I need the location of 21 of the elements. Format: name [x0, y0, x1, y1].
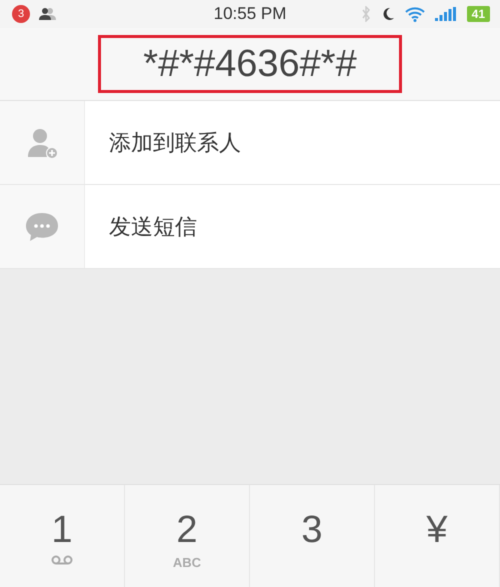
add-contact-icon	[26, 126, 58, 158]
notification-badge: 3	[12, 5, 30, 23]
dial-key[interactable]: 1	[0, 485, 125, 587]
clock: 10:55 PM	[214, 4, 286, 24]
moon-icon	[380, 7, 395, 21]
action-label: 发送短信	[109, 212, 197, 240]
voicemail-icon	[51, 555, 73, 565]
battery-level: 41	[466, 6, 490, 22]
dial-key[interactable]: 2 ABC	[125, 485, 250, 587]
dial-key[interactable]: ¥	[375, 485, 500, 587]
dialed-number: *#*#4636#*#	[98, 35, 402, 93]
action-label: 添加到联系人	[109, 128, 241, 156]
wifi-icon	[404, 6, 425, 22]
chat-bubble-icon	[24, 210, 60, 242]
key-letters: ABC	[172, 555, 202, 570]
action-row[interactable]: 发送短信	[0, 185, 500, 269]
contacts-icon	[38, 7, 58, 21]
action-row[interactable]: 添加到联系人	[0, 101, 500, 185]
signal-icon	[434, 7, 457, 21]
bluetooth-icon	[360, 6, 371, 22]
dial-key[interactable]: 3	[250, 485, 375, 587]
